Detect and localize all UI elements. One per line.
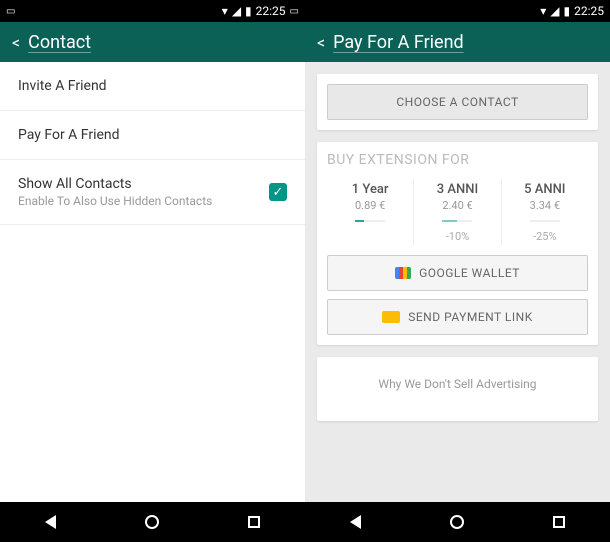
back-icon[interactable]: < — [317, 33, 325, 52]
google-wallet-button[interactable]: GOOGLE WALLET — [327, 255, 588, 291]
invite-friend-item[interactable]: Invite A Friend — [0, 62, 305, 111]
plan-price: 2.40 € — [442, 199, 472, 212]
send-payment-link-button[interactable]: SEND PAYMENT LINK — [327, 299, 588, 335]
button-label: GOOGLE WALLET — [419, 266, 520, 280]
button-label: CHOOSE A CONTACT — [396, 95, 518, 109]
show-all-checkbox[interactable]: ✓ — [269, 183, 287, 201]
page-title: Contact — [28, 32, 91, 53]
wifi-icon: ▾ — [540, 4, 546, 18]
plan-bar — [442, 220, 472, 222]
plan-name: 5 ANNI — [524, 182, 565, 197]
header: < Contact — [0, 22, 305, 62]
show-all-contacts-item[interactable]: Show All Contacts Enable To Also Use Hid… — [0, 160, 305, 225]
page-title: Pay For A Friend — [333, 32, 464, 53]
header: < Pay For A Friend — [305, 22, 610, 62]
plan-name: 3 ANNI — [437, 182, 478, 197]
advertising-card[interactable]: Why We Don't Sell Advertising — [317, 357, 598, 421]
nav-bar — [0, 502, 610, 542]
plan-bar — [355, 220, 385, 222]
plan-1year[interactable]: 1 Year 0.89 € — [327, 180, 413, 245]
signal-icon: ◢ — [550, 4, 559, 18]
notification-icon: ▭ — [6, 6, 15, 17]
nav-home-icon[interactable] — [450, 515, 464, 529]
nav-back-icon[interactable] — [350, 515, 361, 529]
plan-3anni[interactable]: 3 ANNI 2.40 € -10% — [413, 180, 500, 245]
choose-contact-button[interactable]: CHOOSE A CONTACT — [327, 84, 588, 120]
plan-name: 1 Year — [352, 182, 389, 197]
clock: 22:25 — [574, 4, 604, 18]
plan-5anni[interactable]: 5 ANNI 3.34 € -25% — [501, 180, 588, 245]
back-icon[interactable]: < — [12, 33, 20, 52]
pay-for-friend-item[interactable]: Pay For A Friend — [0, 111, 305, 160]
section-title: BUY EXTENSION FOR — [327, 152, 588, 168]
plan-price: 3.34 € — [530, 199, 560, 212]
buy-extension-card: BUY EXTENSION FOR 1 Year 0.89 € 3 ANNI 2… — [317, 142, 598, 345]
nav-home-icon[interactable] — [145, 515, 159, 529]
ad-text: Why We Don't Sell Advertising — [327, 367, 588, 411]
list-item-label: Pay For A Friend — [18, 127, 120, 143]
clock: 22:25 — [256, 4, 286, 18]
plan-price: 0.89 € — [355, 199, 385, 212]
nav-back-icon[interactable] — [45, 515, 56, 529]
wallet-icon — [395, 267, 411, 279]
notification-icon: ▭ — [290, 6, 299, 17]
right-screen: ▾ ◢ ▮ 22:25 < Pay For A Friend CHOOSE A … — [305, 0, 610, 502]
mail-icon — [382, 311, 400, 323]
nav-recent-icon[interactable] — [553, 516, 565, 528]
plans-row: 1 Year 0.89 € 3 ANNI 2.40 € -10% 5 ANNI … — [327, 180, 588, 245]
plan-discount: -10% — [446, 230, 469, 243]
battery-icon: ▮ — [245, 4, 252, 18]
list-item-sublabel: Enable To Also Use Hidden Contacts — [18, 194, 212, 208]
plan-discount: -25% — [533, 230, 556, 243]
left-screen: ▭ ▾ ◢ ▮ 22:25 ▭ < Contact Invite A Frien… — [0, 0, 305, 502]
status-bar: ▾ ◢ ▮ 22:25 — [305, 0, 610, 22]
list-item-label: Invite A Friend — [18, 78, 107, 94]
plan-bar — [530, 220, 560, 222]
wifi-icon: ▾ — [222, 4, 228, 18]
button-label: SEND PAYMENT LINK — [408, 310, 533, 324]
signal-icon: ◢ — [232, 4, 241, 18]
nav-recent-icon[interactable] — [248, 516, 260, 528]
list-item-label: Show All Contacts — [18, 176, 212, 192]
status-bar: ▭ ▾ ◢ ▮ 22:25 ▭ — [0, 0, 305, 22]
battery-icon: ▮ — [564, 4, 571, 18]
choose-contact-card: CHOOSE A CONTACT — [317, 74, 598, 130]
